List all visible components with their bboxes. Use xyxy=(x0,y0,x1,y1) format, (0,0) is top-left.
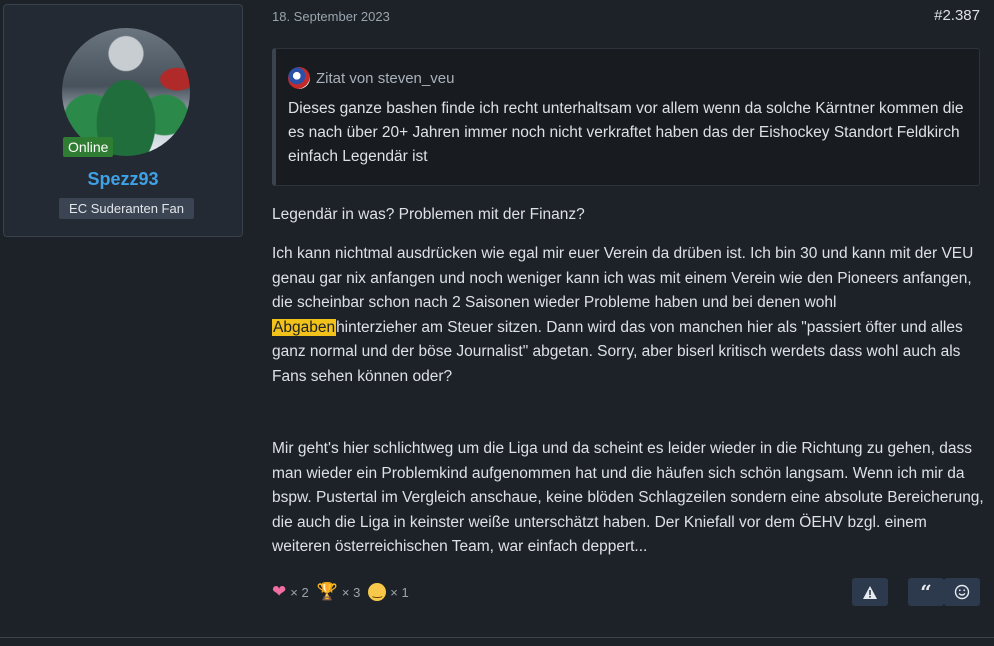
post-date[interactable]: 18. September 2023 xyxy=(272,9,390,24)
react-button[interactable] xyxy=(944,578,980,606)
post-number[interactable]: #2.387 xyxy=(934,7,980,24)
message-paragraph-1: Legendär in was? Problemen mit der Finan… xyxy=(272,206,585,223)
message-paragraph-3: Mir geht's hier schlichtweg um die Liga … xyxy=(272,440,984,555)
paragraph-2-text-end: hinterzieher am Steuer sitzen. Dann wird… xyxy=(272,318,963,385)
quote-icon: “ xyxy=(920,580,932,604)
message-paragraph-2: Ich kann nichtmal ausdrücken wie egal mi… xyxy=(272,242,984,389)
search-highlight: Abgaben xyxy=(272,318,337,336)
reaction-count-heart: × 2 xyxy=(290,584,309,600)
paragraph-2-text-start: Ich kann nichtmal ausdrücken wie egal mi… xyxy=(272,245,974,311)
quote-author-label[interactable]: Zitat von steven_veu xyxy=(316,70,454,87)
reaction-count-grin: × 1 xyxy=(390,584,409,600)
quote-block: Zitat von steven_veu Dieses ganze bashen… xyxy=(272,48,980,186)
quote-author-avatar xyxy=(288,67,310,89)
username-link[interactable]: Spezz93 xyxy=(4,169,242,190)
user-card: Online Spezz93 EC Suderanten Fan xyxy=(3,4,243,237)
post-divider xyxy=(0,637,994,638)
heart-icon: ❤ xyxy=(272,582,287,601)
quote-button[interactable]: “ xyxy=(908,578,944,606)
quote-text: Dieses ganze bashen finde ich recht unte… xyxy=(288,100,964,165)
smile-icon xyxy=(954,584,970,600)
user-title-badge: EC Suderanten Fan xyxy=(59,198,194,219)
grin-icon: ‿ xyxy=(368,583,387,601)
trophy-icon: 🏆 xyxy=(316,582,338,601)
report-button[interactable] xyxy=(852,578,888,606)
online-badge: Online xyxy=(63,137,114,157)
quote-header[interactable]: Zitat von steven_veu xyxy=(288,67,454,89)
reaction-count-trophy: × 3 xyxy=(341,584,361,600)
reactions-bar[interactable]: ❤ × 2 🏆 × 3 ‿ × 1 xyxy=(272,582,413,602)
warning-icon xyxy=(863,585,877,599)
